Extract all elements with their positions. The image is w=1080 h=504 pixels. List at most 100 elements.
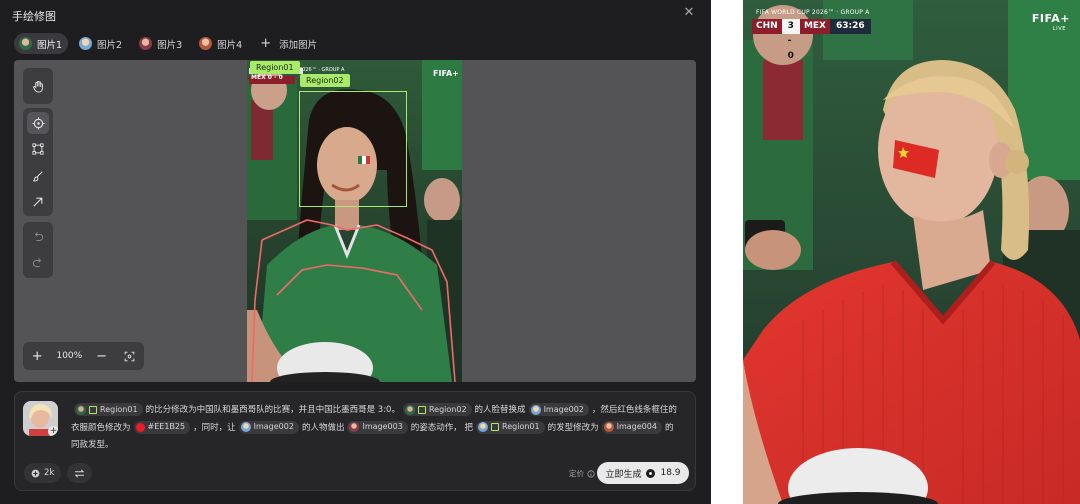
prompt-seg7: 把 bbox=[464, 422, 474, 433]
tab-image-1[interactable]: 图片1 bbox=[14, 33, 69, 54]
mini-wc-text: 2026™ · GROUP A bbox=[299, 67, 345, 73]
chip-image-icon bbox=[76, 404, 86, 415]
prompt-seg8: 的发型修改为 bbox=[547, 422, 599, 433]
region-icon bbox=[491, 423, 500, 431]
prompt-box[interactable]: + Region01 的比分修改为中国队和墨西哥队的比赛，并且中国比墨西哥是 3:… bbox=[14, 391, 696, 491]
chip-image-icon bbox=[404, 404, 415, 415]
fit-screen-icon[interactable] bbox=[121, 347, 139, 365]
generate-label: 立即生成 bbox=[605, 469, 642, 480]
brush-icon[interactable] bbox=[27, 165, 49, 187]
source-photo: FIFA+ MEX 0 - 0 2026™ · GROUP A Region01… bbox=[247, 60, 462, 382]
chip-label: Region01 bbox=[502, 422, 540, 432]
chip-image-icon bbox=[478, 422, 489, 432]
generate-button[interactable]: 立即生成 18.9 bbox=[597, 462, 689, 484]
swap-icon bbox=[75, 469, 85, 477]
chip-label: Image004 bbox=[616, 422, 657, 432]
plus-circle-icon bbox=[31, 469, 40, 477]
mini-score-text: MEX 0 - 0 bbox=[251, 74, 283, 81]
panel-title: 手绘修图 bbox=[12, 10, 56, 23]
zoom-out-button[interactable]: − bbox=[93, 347, 111, 365]
match-clock: 63:26 bbox=[829, 19, 871, 34]
resolution-label: 2k bbox=[44, 468, 55, 478]
prompt-seg6: 的姿态动作， bbox=[410, 422, 462, 433]
add-image-label: 添加图片 bbox=[279, 39, 318, 51]
undo-icon[interactable] bbox=[27, 226, 49, 248]
prompt-seg1: 的比分修改为中国队和墨西哥队的比赛，并且中国比墨西哥是 3:0。 bbox=[145, 405, 400, 415]
redo-icon[interactable] bbox=[27, 252, 49, 274]
zoom-level: 100% bbox=[56, 351, 83, 361]
image-1-thumbnail bbox=[19, 37, 32, 50]
swap-button[interactable] bbox=[67, 463, 93, 483]
region01-label[interactable]: Region01 bbox=[250, 61, 300, 74]
chip-label: #EE1B25 bbox=[147, 422, 186, 432]
hand-tool-group bbox=[23, 68, 53, 104]
image-2-thumbnail bbox=[79, 37, 93, 50]
chip-label: Image002 bbox=[253, 422, 294, 432]
info-icon[interactable] bbox=[587, 469, 595, 478]
chip-image002[interactable]: Image002 bbox=[528, 403, 589, 416]
resolution-button[interactable]: 2k bbox=[24, 463, 62, 483]
chip-image-icon bbox=[349, 422, 360, 432]
image-3-thumbnail bbox=[139, 37, 153, 50]
svg-text:FIFA+: FIFA+ bbox=[433, 69, 459, 78]
chip-label: Region01 bbox=[100, 404, 138, 414]
prompt-seg2: 的人脸替换成 bbox=[474, 405, 526, 415]
result-image: FIFA WORLD CUP 2026™ · GROUP A CHN 3 - 0… bbox=[743, 0, 1080, 504]
target-icon[interactable] bbox=[27, 112, 49, 134]
region02-label[interactable]: Region02 bbox=[300, 74, 350, 87]
chip-image-icon bbox=[530, 404, 541, 415]
team2-label: MEX bbox=[799, 19, 830, 34]
hand-draw-editor-panel: 手绘修图 ✕ 图片1 图片2 图片3 图片4 + 添加图片 FIFA+ MEX … bbox=[0, 0, 711, 504]
tab-label: 图片1 bbox=[37, 39, 63, 51]
region-icon bbox=[89, 405, 97, 414]
prompt-seg5: 的人物做出 bbox=[301, 422, 345, 433]
chip-image003[interactable]: Image003 bbox=[347, 420, 408, 434]
chip-image-icon bbox=[603, 422, 614, 432]
score-row: CHN 3 - 0 MEX 63:26 bbox=[752, 19, 871, 61]
hand-icon[interactable] bbox=[27, 75, 49, 97]
tab-label: 图片2 bbox=[97, 39, 123, 51]
scorebug-title: FIFA WORLD CUP 2026™ · GROUP A bbox=[756, 9, 870, 16]
app-root: 手绘修图 ✕ 图片1 图片2 图片3 图片4 + 添加图片 FIFA+ MEX … bbox=[0, 0, 1080, 504]
team1-label: CHN bbox=[752, 19, 782, 34]
result-photo-art bbox=[743, 0, 1080, 504]
chip-image004[interactable]: Image004 bbox=[601, 420, 662, 434]
rectangle-select-icon[interactable] bbox=[27, 138, 49, 160]
reference-avatar[interactable]: + bbox=[23, 401, 58, 436]
chip-region01[interactable]: Region01 bbox=[74, 403, 143, 416]
region02-box[interactable] bbox=[299, 91, 407, 207]
chip-image002-b[interactable]: Image002 bbox=[238, 420, 299, 434]
add-avatar-icon[interactable]: + bbox=[48, 426, 58, 436]
tab-image-4[interactable]: 图片4 bbox=[194, 33, 248, 54]
image-tabbar: 图片1 图片2 图片3 图片4 + 添加图片 bbox=[14, 33, 323, 54]
zoom-controls: + 100% − bbox=[23, 342, 144, 370]
tab-label: 图片3 bbox=[157, 39, 183, 51]
zoom-in-button[interactable]: + bbox=[28, 347, 46, 365]
tab-label: 图片4 bbox=[217, 39, 243, 51]
tab-image-2[interactable]: 图片2 bbox=[74, 33, 128, 54]
arrow-icon[interactable] bbox=[27, 191, 49, 213]
chip-region02[interactable]: Region02 bbox=[402, 403, 472, 416]
chip-label: Image002 bbox=[543, 404, 584, 414]
color-swatch bbox=[135, 422, 145, 432]
chip-label: Image003 bbox=[362, 422, 403, 432]
close-icon[interactable]: ✕ bbox=[681, 5, 697, 21]
prompt-text[interactable]: Region01 的比分修改为中国队和墨西哥队的比赛，并且中国比墨西哥是 3:0。… bbox=[71, 402, 677, 455]
credit-cost: 18.9 bbox=[660, 468, 681, 478]
live-label: LIVE bbox=[1052, 26, 1066, 32]
chip-label: Region02 bbox=[428, 404, 467, 414]
prompt-seg4: ，同时，让 bbox=[193, 422, 236, 433]
editing-canvas[interactable]: FIFA+ MEX 0 - 0 2026™ · GROUP A Region01… bbox=[14, 60, 696, 382]
plus-icon: + bbox=[260, 36, 272, 51]
image-4-thumbnail bbox=[199, 37, 213, 50]
prompt-options: 2k bbox=[24, 463, 93, 483]
credit-icon bbox=[646, 468, 656, 478]
fifa-plus-logo: FIFA+ bbox=[1031, 12, 1070, 25]
price-label: 定价 bbox=[569, 469, 584, 478]
add-image-button[interactable]: + 添加图片 bbox=[254, 33, 323, 54]
chip-region01-b[interactable]: Region01 bbox=[476, 420, 545, 434]
tab-image-3[interactable]: 图片3 bbox=[134, 33, 188, 54]
chip-color[interactable]: #EE1B25 bbox=[133, 420, 191, 434]
edit-tool-group bbox=[23, 108, 53, 216]
region-icon bbox=[417, 405, 426, 414]
